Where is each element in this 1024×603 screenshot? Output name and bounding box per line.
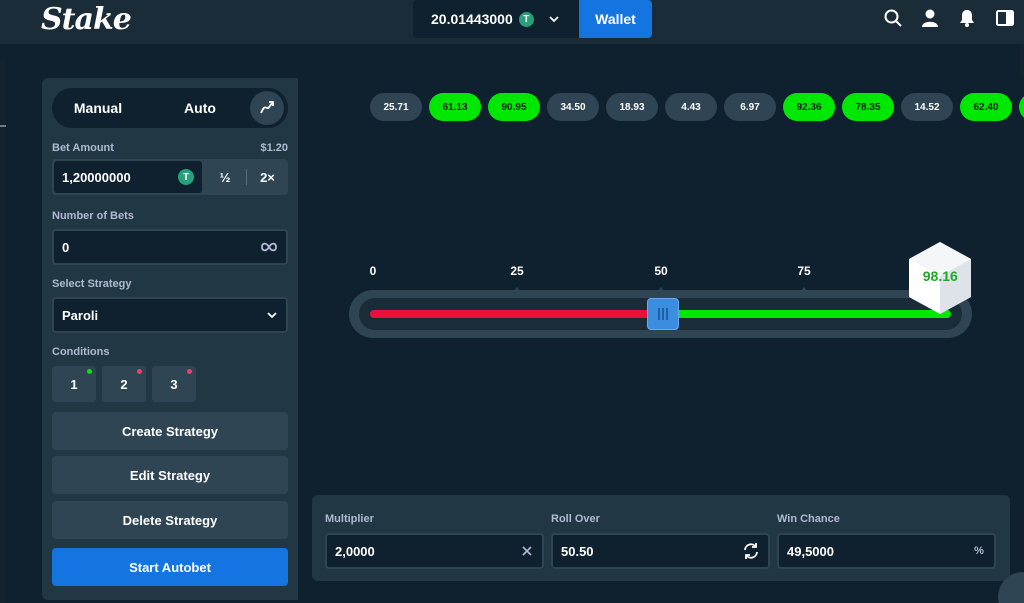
bet-amount-group: 1,20000000 T ½ 2× (52, 159, 288, 195)
slider-handle[interactable] (647, 298, 680, 330)
condition-1-button[interactable]: 1 (52, 366, 96, 402)
sidebar-toggle-icon[interactable] (995, 8, 1015, 28)
condition-3-button[interactable]: 3 (152, 366, 196, 402)
number-of-bets-label: Number of Bets (52, 210, 134, 222)
trend-up-icon (260, 101, 274, 114)
balance-selector[interactable]: 20.01443000 T (413, 0, 579, 38)
close-icon[interactable] (520, 544, 534, 558)
lose-range-bar (370, 310, 664, 318)
slider-tick-label: 75 (797, 264, 811, 278)
result-pill[interactable]: 6.97 (724, 93, 776, 121)
multiplier-input[interactable]: 2,0000 (325, 533, 544, 569)
advanced-mode-button[interactable] (250, 91, 284, 125)
condition-status-dot (187, 369, 192, 374)
result-pill[interactable]: 98 (1019, 93, 1024, 121)
multiplier-value: 2,0000 (335, 543, 375, 559)
bet-amount-value: 1,20000000 (62, 169, 131, 185)
balance-amount: 20.01443000 (431, 11, 513, 27)
number-of-bets-input[interactable]: 0 (52, 229, 288, 265)
wallet-button[interactable]: Wallet (579, 0, 652, 38)
delete-strategy-button[interactable]: Delete Strategy (52, 501, 288, 539)
conditions-label: Conditions (52, 346, 110, 358)
last-roll-value: 98.16 (922, 268, 958, 284)
slider-tick-label: 50 (654, 264, 668, 278)
auto-tab[interactable]: Auto (152, 88, 248, 128)
result-pill[interactable]: 14.52 (901, 93, 953, 121)
top-header: Stake 20.01443000 T Wallet (0, 0, 1024, 44)
left-edge-strip (0, 60, 6, 603)
win-chance-input[interactable]: 49,5000 % (777, 533, 996, 569)
slider-tick-label: 25 (510, 264, 524, 278)
condition-label: 1 (70, 376, 78, 392)
create-strategy-button[interactable]: Create Strategy (52, 412, 288, 450)
bet-controls-panel: Multiplier 2,0000 Roll Over 50.50 Win Ch… (312, 495, 1010, 581)
condition-status-dot (137, 369, 142, 374)
multiplier-label: Multiplier (325, 513, 374, 525)
bet-amount-label: Bet Amount (52, 142, 114, 154)
half-bet-button[interactable]: ½ (204, 159, 246, 195)
condition-2-button[interactable]: 2 (102, 366, 146, 402)
bet-amount-input[interactable]: 1,20000000 T (54, 161, 202, 193)
result-cube: 98.16 (907, 240, 973, 316)
result-pill[interactable]: 78.35 (842, 93, 894, 121)
chevron-down-icon (549, 16, 559, 23)
bell-icon[interactable] (957, 8, 977, 28)
win-chance-value: 49,5000 (787, 543, 834, 559)
roll-over-label: Roll Over (551, 513, 600, 525)
mode-toggle: Manual Auto (52, 88, 288, 128)
start-autobet-button[interactable]: Start Autobet (52, 548, 288, 586)
chevron-down-icon (267, 312, 277, 319)
bet-amount-usd: $1.20 (260, 142, 288, 154)
left-edge-mark (0, 125, 6, 127)
tether-currency-icon: T (178, 169, 194, 185)
number-of-bets-value: 0 (62, 239, 70, 255)
search-icon[interactable] (883, 8, 903, 28)
result-pill[interactable]: 92.36 (783, 93, 835, 121)
result-pill[interactable]: 62.40 (960, 93, 1012, 121)
bet-sidebar: Manual Auto Bet Amount $1.20 1,20000000 … (42, 78, 298, 600)
swap-refresh-icon[interactable] (742, 542, 760, 560)
result-pill[interactable]: 90.95 (488, 93, 540, 121)
win-chance-label: Win Chance (777, 513, 840, 525)
slider-tick-label: 0 (369, 264, 377, 278)
condition-label: 3 (170, 376, 178, 392)
edit-strategy-button[interactable]: Edit Strategy (52, 456, 288, 494)
result-pill[interactable]: 61.13 (429, 93, 481, 121)
infinity-icon[interactable] (260, 240, 278, 254)
condition-status-dot (87, 369, 92, 374)
select-strategy-label: Select Strategy (52, 278, 132, 290)
user-icon[interactable] (920, 8, 940, 28)
result-pill[interactable]: 4.43 (665, 93, 717, 121)
condition-label: 2 (120, 376, 128, 392)
result-pill[interactable]: 25.71 (370, 93, 422, 121)
stake-logo[interactable]: Stake (41, 2, 132, 37)
strategy-value: Paroli (62, 307, 99, 323)
double-bet-button[interactable]: 2× (247, 159, 288, 195)
roll-over-input[interactable]: 50.50 (551, 533, 770, 569)
result-pill[interactable]: 18.93 (606, 93, 658, 121)
percent-suffix: % (974, 545, 984, 557)
roll-over-value: 50.50 (561, 543, 594, 559)
dice-game-area: 25.71 61.13 90.95 34.50 18.93 4.43 6.97 92.36 78… (298, 78, 1024, 600)
manual-tab[interactable]: Manual (52, 88, 144, 128)
result-pill[interactable]: 34.50 (547, 93, 599, 121)
strategy-select[interactable]: Paroli (52, 297, 288, 333)
tether-currency-icon: T (518, 11, 534, 27)
recent-results: 25.71 61.13 90.95 34.50 18.93 4.43 6.97 92.36 78… (370, 93, 1024, 121)
